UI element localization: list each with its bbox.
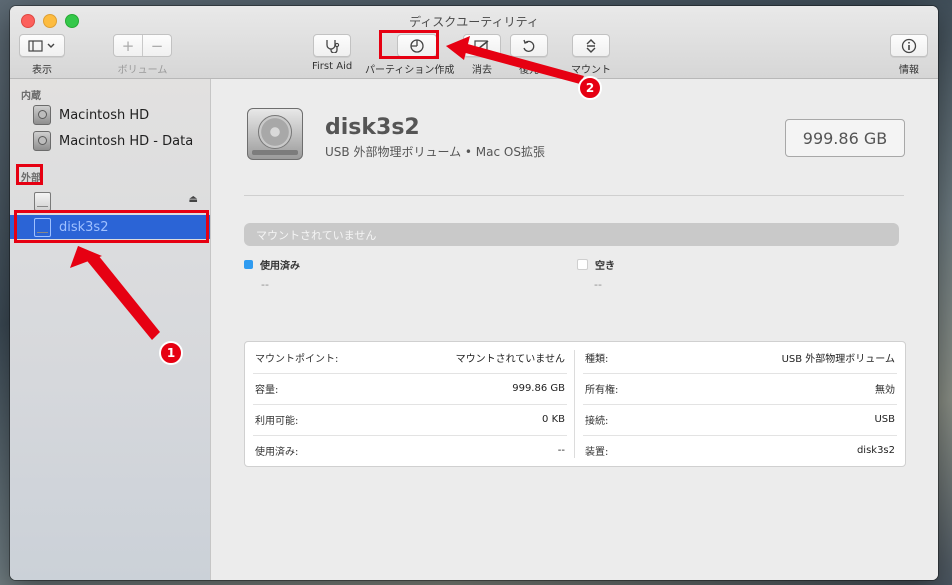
- arrow-head-2: [446, 36, 470, 60]
- annotation-arrows: [70, 36, 584, 340]
- step-2-badge: 2: [578, 76, 602, 100]
- step-1-badge: 1: [159, 341, 183, 365]
